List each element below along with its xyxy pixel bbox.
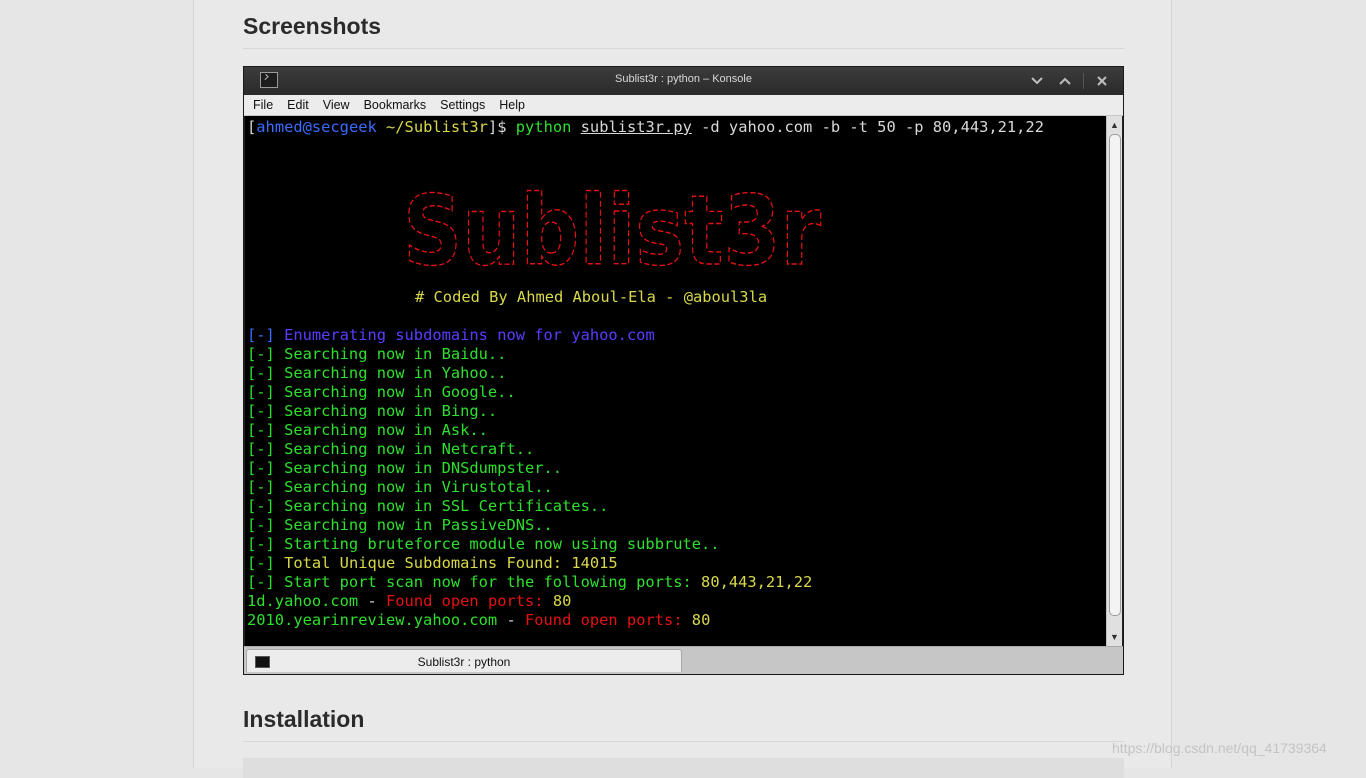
banner-text: Sublist3r	[403, 182, 822, 277]
menu-edit[interactable]: Edit	[280, 98, 316, 112]
menu-view[interactable]: View	[316, 98, 357, 112]
menu-help[interactable]: Help	[492, 98, 532, 112]
prompt-path: ~/Sublist3r	[376, 118, 488, 136]
scroll-up-icon[interactable]: ▲	[1107, 118, 1122, 132]
result-ports: 80	[552, 592, 572, 610]
prompt-bracket: [	[247, 118, 257, 136]
prompt-bracket-close: ]$	[487, 118, 516, 136]
result-host: 1d.yahoo.com	[247, 592, 359, 610]
enum-text: Enumerating subdomains now for yahoo.com	[284, 326, 655, 344]
result-found: Found open ports:	[386, 592, 553, 610]
close-icon[interactable]	[1089, 71, 1115, 91]
total-subdomains-line: [-] Total Unique Subdomains Found: 14015	[245, 554, 812, 573]
menu-bookmarks[interactable]: Bookmarks	[357, 98, 434, 112]
search-line: [-] Searching now in PassiveDNS..	[247, 516, 553, 534]
coded-by-line: # Coded By Ahmed Aboul-Ela - @aboul3la	[415, 288, 768, 306]
bruteforce-line: [-] Starting bruteforce module now using…	[247, 535, 720, 553]
search-line: [-] Searching now in DNSdumpster..	[247, 459, 563, 477]
terminal-scrollbar[interactable]: ▲ ▼	[1106, 116, 1122, 646]
scroll-down-icon[interactable]: ▼	[1107, 630, 1122, 644]
prompt-script: sublist3r.py	[580, 118, 692, 136]
scan-output: [-] Enumerating subdomains now for yahoo…	[245, 326, 812, 630]
minimize-icon[interactable]	[1024, 71, 1050, 91]
result-line: 2010.yearinreview.yahoo.com - Found open…	[245, 611, 812, 630]
window-controls	[1024, 71, 1115, 91]
search-line: [-] Searching now in Netcraft..	[247, 440, 535, 458]
search-line: [-] Searching now in Google..	[247, 383, 516, 401]
search-line: [-] Searching now in SSL Certificates..	[247, 497, 609, 515]
tab-label: Sublist3r : python	[417, 655, 511, 669]
window-title: Sublist3r : python – Konsole	[615, 73, 752, 85]
terminal-output[interactable]: [ahmed@secgeek ~/Sublist3r]$ python subl…	[245, 116, 1108, 646]
prompt-args: -d yahoo.com -b -t 50 -p 80,443,21,22	[691, 118, 1044, 136]
page-column: Screenshots Sublist3r : python – Konsole…	[193, 0, 1172, 778]
portscan-ports: 80,443,21,22	[701, 573, 813, 591]
code-block	[243, 758, 1124, 778]
screenshots-heading: Screenshots	[243, 13, 1124, 49]
watermark: https://blog.csdn.net/qq_41739364	[1112, 740, 1327, 756]
divider	[1083, 73, 1084, 89]
menu-file[interactable]: File	[246, 98, 280, 112]
total-text: Total Unique Subdomains Found: 14015	[284, 554, 618, 572]
enum-prefix: [-]	[247, 326, 285, 344]
maximize-icon[interactable]	[1052, 71, 1078, 91]
search-line: [-] Searching now in Yahoo..	[247, 364, 507, 382]
result-dash: -	[358, 592, 387, 610]
result-ports: 80	[691, 611, 711, 629]
result-line: 1d.yahoo.com - Found open ports: 80	[245, 592, 812, 611]
search-line: [-] Searching now in Virustotal..	[247, 478, 553, 496]
result-dash: -	[497, 611, 525, 629]
command-prompt-line: [ahmed@secgeek ~/Sublist3r]$ python subl…	[245, 118, 1044, 137]
window-titlebar[interactable]: Sublist3r : python – Konsole	[244, 67, 1123, 95]
session-tab[interactable]: Sublist3r : python	[246, 649, 682, 672]
konsole-window: Sublist3r : python – Konsole File Edit V…	[243, 66, 1124, 675]
prompt-user-host: ahmed@secgeek	[256, 118, 377, 136]
scrollbar-thumb[interactable]	[1109, 134, 1121, 616]
total-prefix: [-]	[247, 554, 285, 572]
search-line: [-] Searching now in Ask..	[247, 421, 488, 439]
enumerating-line: [-] Enumerating subdomains now for yahoo…	[245, 326, 812, 345]
session-tab-bar: Sublist3r : python	[244, 646, 1123, 674]
menu-bar: File Edit View Bookmarks Settings Help	[244, 95, 1123, 116]
result-found: Found open ports:	[525, 611, 692, 629]
sublist3r-ascii-banner: Sublist3r	[403, 182, 822, 277]
search-line: [-] Searching now in Baidu..	[247, 345, 507, 363]
installation-heading: Installation	[243, 706, 1124, 742]
prompt-python: python	[515, 118, 572, 136]
menu-settings[interactable]: Settings	[433, 98, 492, 112]
portscan-line: [-] Start port scan now for the followin…	[245, 573, 812, 592]
result-host: 2010.yearinreview.yahoo.com	[247, 611, 498, 629]
portscan-text: [-] Start port scan now for the followin…	[247, 573, 702, 591]
search-line: [-] Searching now in Bing..	[247, 402, 498, 420]
